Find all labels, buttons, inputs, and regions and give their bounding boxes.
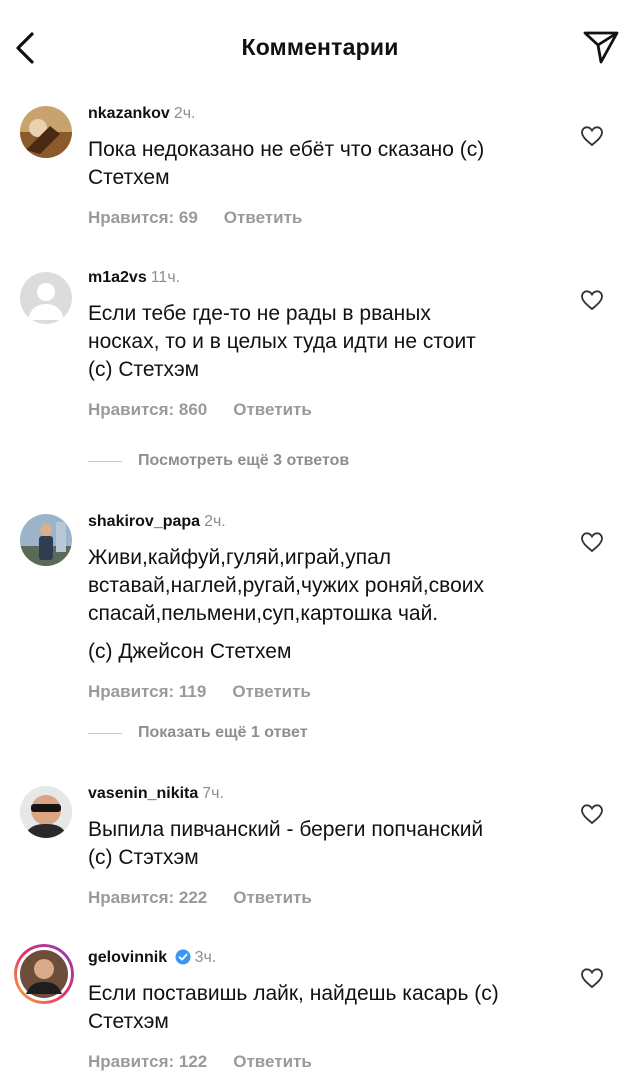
comment-time: 7ч.: [202, 785, 224, 802]
comment-time: 2ч.: [204, 513, 226, 530]
comment-username[interactable]: vasenin_nikita: [88, 785, 198, 802]
comment-body: gelovinnik 3ч. Если поставишь лайк, найд…: [88, 948, 570, 1072]
comment-username[interactable]: nkazankov: [88, 105, 170, 122]
view-more-replies-button[interactable]: Показать ещё 1 ответ: [88, 724, 308, 748]
divider: [88, 460, 122, 462]
likes-count[interactable]: Нравится: 119: [88, 682, 206, 702]
send-icon[interactable]: [582, 28, 620, 66]
likes-count[interactable]: Нравится: 860: [88, 400, 207, 420]
view-more-replies-label[interactable]: Показать ещё 1 ответ: [138, 724, 308, 741]
heart-icon[interactable]: [580, 802, 604, 826]
comment-time: 11ч.: [150, 269, 181, 286]
divider: [88, 732, 122, 734]
reply-button[interactable]: Ответить: [233, 1052, 312, 1072]
view-more-replies-label[interactable]: Посмотреть ещё 3 ответов: [138, 452, 349, 469]
view-more-replies-button[interactable]: Посмотреть ещё 3 ответов: [88, 452, 349, 476]
comment-username[interactable]: m1a2vs: [88, 269, 147, 286]
avatar[interactable]: [20, 106, 72, 158]
comment-username[interactable]: gelovinnik: [88, 949, 167, 966]
avatar[interactable]: [20, 514, 72, 566]
heart-icon[interactable]: [580, 288, 604, 312]
comment-text: Пока недоказано не ебёт что сказано (с) …: [88, 138, 485, 189]
comment-text: Выпила пивчанский - береги попчанский (с…: [88, 818, 484, 869]
heart-icon[interactable]: [580, 966, 604, 990]
likes-count[interactable]: Нравится: 122: [88, 1052, 207, 1072]
comment-time: 3ч.: [194, 949, 217, 966]
reply-button[interactable]: Ответить: [233, 888, 312, 908]
comment-text-signature: (с) Джейсон Стетхем: [88, 640, 292, 663]
avatar-story-ring[interactable]: [14, 944, 74, 1004]
reply-button[interactable]: Ответить: [233, 400, 312, 420]
reply-button[interactable]: Ответить: [224, 208, 303, 228]
comment-body: vasenin_nikita 7ч. Выпила пивчанский - бе…: [88, 784, 570, 908]
header-bar: Комментарии: [0, 0, 640, 96]
comment-username[interactable]: shakirov_papa: [88, 513, 200, 530]
comment-body: nkazankov 2ч. Пока недоказано не ебёт что…: [88, 104, 570, 228]
comment-time: 2ч.: [173, 105, 196, 122]
comment-text: Если поставишь лайк, найдешь касарь (с) …: [88, 982, 499, 1033]
comment-text: Если тебе где-то не рады в рваных носках…: [88, 302, 476, 381]
comment-body: shakirov_papa 2ч. Живи,кайфуй,гуляй,играй…: [88, 512, 570, 702]
comment-text: Живи,кайфуй,гуляй,играй,упал вставай,наг…: [88, 546, 485, 625]
avatar[interactable]: [20, 272, 72, 324]
verified-badge-icon: [175, 949, 191, 965]
likes-count[interactable]: Нравится: 222: [88, 888, 207, 908]
likes-count[interactable]: Нравится: 69: [88, 208, 198, 228]
reply-button[interactable]: Ответить: [232, 682, 311, 702]
heart-icon[interactable]: [580, 530, 604, 554]
page-title: Комментарии: [241, 34, 399, 60]
heart-icon[interactable]: [580, 124, 604, 148]
comment-body: m1a2vs 11ч. Если тебе где-то не рады в рв…: [88, 268, 570, 420]
avatar[interactable]: [20, 786, 72, 838]
